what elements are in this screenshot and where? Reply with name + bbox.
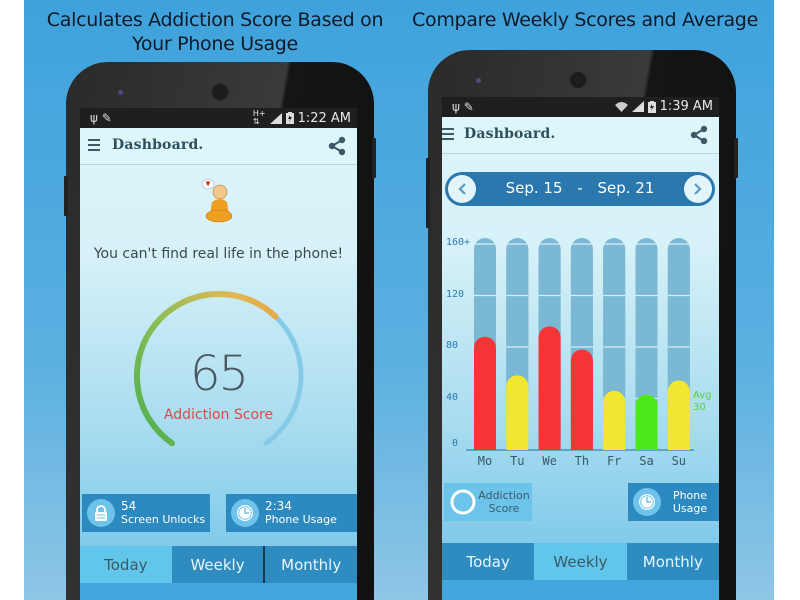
bar-body-su	[667, 391, 690, 450]
x-tick-label: We	[542, 454, 557, 468]
x-tick-label: Th	[574, 454, 590, 468]
bar-body-fr	[603, 401, 626, 450]
x-tick-label: Tu	[510, 454, 525, 468]
lock-icon	[87, 499, 115, 527]
right-screen: ψ ✎ 1:39 AM Dashboard. Sep. 15 - Sep. 21	[442, 97, 719, 600]
bar-body-we	[538, 337, 561, 450]
monk-mascot-icon	[201, 178, 233, 223]
left-screen: ψ ✎ H+ ⇅ 1:22 AM Dashboard. You can't fin…	[80, 108, 357, 600]
period-tabs: Today Weekly Monthly	[80, 546, 357, 583]
signal-icon	[269, 112, 282, 124]
date-range-bar: Sep. 15 - Sep. 21	[445, 172, 715, 206]
legend-usage-label: Phone Usage	[672, 489, 708, 515]
date-start: Sep. 15	[505, 179, 563, 197]
clock-icon	[231, 499, 259, 527]
power-button	[734, 138, 738, 178]
tab-monthly[interactable]: Monthly	[265, 546, 357, 583]
bar-body-tu	[506, 386, 529, 450]
earpiece	[568, 70, 588, 90]
avg-label: Avg	[693, 390, 712, 401]
usb-icon: ψ ✎	[452, 100, 474, 114]
wifi-icon	[614, 102, 628, 112]
app-title: Dashboard.	[464, 126, 556, 142]
legend-phone-usage[interactable]: Phone Usage	[628, 483, 719, 521]
weekly-score-chart	[466, 238, 695, 451]
left-caption: Calculates Addiction Score Based on Your…	[46, 9, 384, 55]
legend-addiction-label: Addiction Score	[478, 489, 530, 515]
bar-body-mo	[474, 347, 496, 450]
score-value: 65	[189, 346, 249, 402]
power-button	[372, 138, 376, 178]
average-annotation: Avg 30	[693, 390, 712, 414]
date-separator: -	[577, 179, 583, 197]
app-bar: Dashboard.	[80, 128, 357, 165]
h-plus-data-icon: H+ ⇅	[252, 109, 266, 126]
motivational-quote: You can't find real life in the phone!	[93, 246, 344, 262]
y-tick-label: 120	[446, 288, 465, 300]
unlocks-label: Screen Unlocks	[121, 513, 206, 526]
battery-charging-icon	[647, 100, 656, 113]
clock-icon	[633, 488, 661, 516]
tab-weekly[interactable]: Weekly	[534, 543, 627, 580]
earpiece	[210, 82, 230, 102]
clock-time: 1:39 AM	[659, 99, 713, 114]
date-end: Sep. 21	[597, 179, 655, 197]
y-tick-label: 160+	[446, 237, 471, 248]
tab-today[interactable]: Today	[80, 546, 172, 583]
period-tabs: Today Weekly Monthly	[442, 543, 719, 580]
legend-addiction-score[interactable]: Addiction Score	[444, 483, 532, 521]
status-bar: ψ ✎ 1:39 AM	[442, 97, 719, 117]
right-caption: Compare Weekly Scores and Average	[412, 9, 758, 31]
signal-icon	[631, 101, 644, 112]
front-camera	[476, 78, 481, 83]
app-title: Dashboard.	[112, 137, 204, 153]
tab-weekly[interactable]: Weekly	[171, 546, 266, 583]
chevron-right-icon	[694, 183, 702, 195]
hamburger-icon[interactable]	[88, 139, 100, 151]
date-range-text: Sep. 15 - Sep. 21	[445, 179, 715, 197]
app-bar: Dashboard.	[442, 117, 719, 154]
share-icon[interactable]	[689, 125, 709, 145]
phone-usage-card: 2:34 Phone Usage	[226, 494, 357, 532]
screen-unlocks-card: 54 Screen Unlocks	[82, 494, 210, 532]
score-label: Addiction Score	[163, 407, 274, 423]
tab-monthly[interactable]: Monthly	[626, 543, 719, 580]
tab-today[interactable]: Today	[442, 543, 535, 580]
unlocks-value: 54	[121, 499, 137, 513]
usb-icon: ψ ✎	[90, 111, 112, 125]
bottom-strip	[80, 583, 357, 600]
usage-label: Phone Usage	[265, 513, 337, 526]
y-tick-label: 40	[446, 391, 459, 403]
y-tick-label: 80	[446, 340, 459, 351]
share-icon[interactable]	[327, 136, 347, 156]
bar-body-sa	[635, 405, 658, 450]
y-tick-label: 0	[452, 438, 459, 449]
ring-icon	[450, 489, 476, 515]
avg-value: 30	[693, 402, 706, 413]
usage-value: 2:34	[265, 499, 292, 513]
bar-body-th	[570, 360, 593, 450]
clock-time: 1:22 AM	[297, 110, 351, 126]
bottom-strip	[442, 580, 719, 600]
volume-button	[64, 176, 68, 216]
x-tick-label: Su	[671, 454, 687, 468]
status-bar: ψ ✎ H+ ⇅ 1:22 AM	[80, 108, 357, 128]
hamburger-icon[interactable]	[442, 128, 454, 140]
x-tick-label: Mo	[477, 454, 493, 468]
next-week-button[interactable]	[684, 175, 712, 203]
x-tick-label: Fr	[606, 454, 622, 468]
volume-button	[426, 158, 430, 228]
x-tick-label: Sa	[639, 454, 654, 468]
front-camera	[118, 90, 123, 95]
battery-charging-icon	[285, 112, 294, 124]
